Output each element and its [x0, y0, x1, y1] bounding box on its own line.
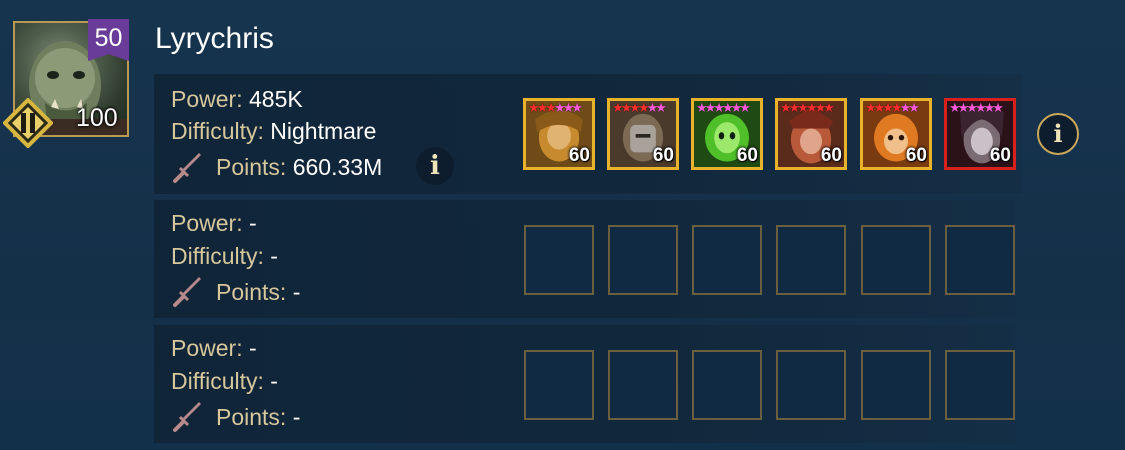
empty-champion-slot[interactable] [776, 225, 846, 295]
player-name: Lyrychris [155, 22, 274, 55]
empty-champion-slot[interactable] [861, 350, 931, 420]
difficulty-stat: Difficulty: - [171, 368, 278, 394]
team-info-button[interactable]: i [1037, 113, 1079, 155]
points-stat: Points: - [216, 279, 301, 305]
champion-slot-1[interactable]: ★★★ ★★★ 60 [523, 98, 595, 170]
empty-champion-slot[interactable] [776, 350, 846, 420]
empty-champion-slot[interactable] [692, 225, 762, 295]
star-rating: ★★★★★★ [528, 100, 583, 115]
champion-level: 60 [989, 145, 1011, 166]
star-rating: ★★★★★★ [696, 100, 751, 115]
star-rating: ★★★★★★ [949, 100, 1004, 115]
avatar-count: 100 [76, 104, 118, 132]
empty-champion-slot[interactable] [945, 225, 1015, 295]
pause-diamond-icon [3, 98, 53, 148]
sword-icon [173, 153, 201, 183]
info-icon: i [430, 151, 440, 181]
empty-champion-slot[interactable] [608, 225, 678, 295]
empty-champion-slot[interactable] [861, 225, 931, 295]
star-rating: ★★★★★★ [865, 100, 920, 115]
points-info-button[interactable]: i [416, 147, 454, 185]
champion-slot-5[interactable]: ★★★★ ★★ 60 [860, 98, 932, 170]
power-stat: Power: 485K [171, 86, 303, 112]
star-rating: ★★★★★★ [612, 100, 667, 115]
champion-slot-6[interactable]: ★★★★★★ 60 [944, 98, 1016, 170]
empty-champion-slot[interactable] [524, 225, 594, 295]
champion-slot-4[interactable]: ★★★★★★ 60 [775, 98, 847, 170]
power-stat: Power: - [171, 335, 257, 361]
empty-champion-slot[interactable] [524, 350, 594, 420]
champion-level: 60 [568, 145, 590, 166]
difficulty-stat: Difficulty: - [171, 243, 278, 269]
champion-slot-3[interactable]: ★★★★★★ 60 [691, 98, 763, 170]
champion-level: 60 [905, 145, 927, 166]
empty-champion-slot[interactable] [692, 350, 762, 420]
champion-level: 60 [652, 145, 674, 166]
champion-slot-2[interactable]: ★★★★ ★★ 60 [607, 98, 679, 170]
sword-icon [173, 402, 201, 432]
power-stat: Power: - [171, 210, 257, 236]
points-stat: Points: - [216, 404, 301, 430]
empty-champion-slot[interactable] [945, 350, 1015, 420]
champion-level: 60 [736, 145, 758, 166]
info-icon: i [1053, 119, 1063, 148]
points-stat: Points: 660.33M [216, 154, 383, 180]
sword-icon [173, 277, 201, 307]
empty-champion-slot[interactable] [608, 350, 678, 420]
champion-level: 60 [820, 145, 842, 166]
difficulty-stat: Difficulty: Nightmare [171, 118, 377, 144]
star-rating: ★★★★★★ [780, 100, 835, 115]
